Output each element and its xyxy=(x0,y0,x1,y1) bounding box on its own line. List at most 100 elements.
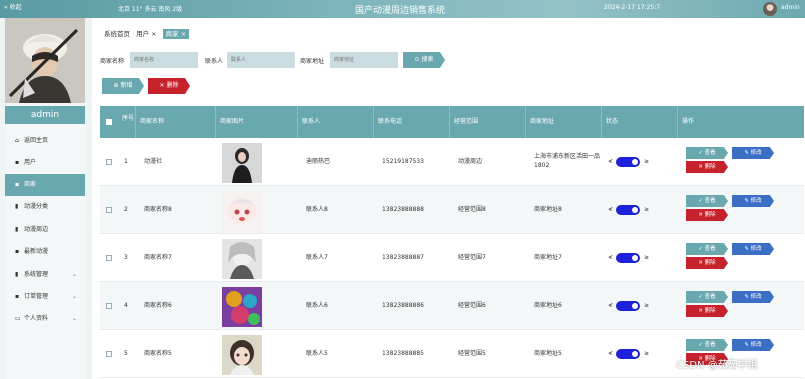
sidebar-item-home[interactable]: ⌂ 返回主页 xyxy=(5,130,85,152)
delete-button[interactable]: ✕ 删除 xyxy=(686,305,728,317)
cell-seq: 3 xyxy=(124,254,128,261)
sidebar-item-anime-category[interactable]: ▮ 动漫分类 xyxy=(5,196,85,218)
header-address: 商家地址 xyxy=(526,106,602,138)
main-content: 系统首页 用户 × 商家 × 商家名称 联系人 商家地址 ⊙ 搜索 ⊕ 新增 ✕… xyxy=(92,18,805,379)
row-checkbox[interactable] xyxy=(106,303,112,309)
cell-phone: 13823888888 xyxy=(382,206,424,213)
delete-button[interactable]: ✕ 删除 xyxy=(686,209,728,221)
cell-address: 上海市浦东新区活田一品1802 xyxy=(534,153,601,169)
cell-merchant-name: 商家名称6 xyxy=(144,302,172,309)
toggle-right-label: ≥ xyxy=(644,302,650,309)
top-bar: « 收起 北京 11° 多云 南风 2级 国产动漫周边销售系统 2024-2-1… xyxy=(0,0,805,18)
username-label[interactable]: admin xyxy=(781,4,800,11)
row-checkbox[interactable] xyxy=(106,159,112,165)
cell-merchant-name: 动漫社 xyxy=(144,158,163,165)
database-icon: ▮ xyxy=(15,271,19,278)
view-button[interactable]: ✓ 查看 xyxy=(686,195,728,207)
edit-button[interactable]: ✎ 修改 xyxy=(732,243,774,255)
user-avatar[interactable] xyxy=(763,2,777,16)
merchant-image xyxy=(222,287,262,327)
cell-address: 商家地址8 xyxy=(534,206,562,213)
sidebar-item-label: 商家 xyxy=(24,181,37,188)
cell-phone: 15219187533 xyxy=(382,158,424,165)
sidebar-item-latest-anime[interactable]: ▪ 最新动漫 xyxy=(5,241,85,263)
sidebar-item-order-management[interactable]: ▪ 订单管理 ⌄ xyxy=(5,286,85,308)
delete-button[interactable]: ✕ 删除 xyxy=(686,257,728,269)
select-all-checkbox[interactable] xyxy=(106,119,112,125)
bag-icon: ▮ xyxy=(15,226,19,233)
cell-seq: 1 xyxy=(124,158,128,165)
sidebar-item-label: 系统管理 xyxy=(24,271,49,278)
merchant-image xyxy=(222,191,262,231)
cell-phone: 13823888887 xyxy=(382,254,424,261)
add-button[interactable]: ⊕ 新增 xyxy=(102,78,144,94)
status-toggle[interactable] xyxy=(616,301,640,311)
cell-address: 商家地址5 xyxy=(534,350,562,357)
search-button[interactable]: ⊙ 搜索 xyxy=(403,52,445,68)
cell-seq: 5 xyxy=(124,350,128,357)
cell-address: 商家地址7 xyxy=(534,254,562,261)
tab-merchant[interactable]: 商家 × xyxy=(162,29,190,39)
admin-avatar-image xyxy=(5,18,85,103)
cell-merchant-name: 商家名称5 xyxy=(144,350,172,357)
view-button[interactable]: ✓ 查看 xyxy=(686,339,728,351)
merchant-image xyxy=(222,335,262,375)
status-toggle[interactable] xyxy=(616,349,640,359)
status-toggle[interactable] xyxy=(616,253,640,263)
toggle-left-label: ≮ xyxy=(608,302,614,309)
sidebar-item-merchant[interactable]: ▪ 商家 xyxy=(5,174,85,196)
cell-seq: 2 xyxy=(124,206,128,213)
cell-scope: 动漫周边 xyxy=(458,158,483,165)
header-seq: 序号 xyxy=(118,106,136,138)
batch-delete-button[interactable]: ✕ 删除 xyxy=(148,78,190,94)
edit-button[interactable]: ✎ 修改 xyxy=(732,339,774,351)
edit-button[interactable]: ✎ 修改 xyxy=(732,147,774,159)
contact-label: 联系人 xyxy=(205,58,224,65)
cell-merchant-name: 商家名称8 xyxy=(144,206,172,213)
tab-home[interactable]: 系统首页 xyxy=(104,30,130,38)
header-scope: 经营范围 xyxy=(450,106,526,138)
sidebar-item-label: 用户 xyxy=(24,159,37,166)
sidebar-item-label: 最新动漫 xyxy=(24,248,49,255)
collapse-sidebar-button[interactable]: « 收起 xyxy=(4,2,22,11)
tab-user[interactable]: 用户 × xyxy=(136,30,157,38)
contact-input[interactable] xyxy=(227,52,295,68)
row-checkbox[interactable] xyxy=(106,207,112,213)
sidebar-item-label: 个人资料 xyxy=(24,315,49,322)
cell-contact: 联系人5 xyxy=(306,350,328,357)
merchant-address-input[interactable] xyxy=(330,52,398,68)
toggle-right-label: ≥ xyxy=(644,350,650,357)
edit-button[interactable]: ✎ 修改 xyxy=(732,195,774,207)
profile-icon: ▭ xyxy=(15,315,21,322)
cell-phone: 13823888886 xyxy=(382,302,424,309)
view-button[interactable]: ✓ 查看 xyxy=(686,291,728,303)
sidebar-item-profile[interactable]: ▭ 个人资料 ⌄ xyxy=(5,308,85,330)
header-actions: 操作 xyxy=(682,118,695,125)
home-icon: ⌂ xyxy=(15,137,19,144)
merchant-name-input[interactable] xyxy=(130,52,198,68)
status-toggle[interactable] xyxy=(616,205,640,215)
cell-address: 商家地址6 xyxy=(534,302,562,309)
table-row: 1 动漫社 迪丽热巴 15219187533 动漫周边 上海市浦东新区活田一品1… xyxy=(100,138,804,186)
table-header: 序号 商家名称 商家图片 联系人 联系电话 经营范围 商家地址 状态 操作 xyxy=(100,106,804,138)
status-toggle[interactable] xyxy=(616,157,640,167)
row-checkbox[interactable] xyxy=(106,351,112,357)
view-button[interactable]: ✓ 查看 xyxy=(686,243,728,255)
sidebar-item-users[interactable]: ▪ 用户 xyxy=(5,152,85,174)
row-checkbox[interactable] xyxy=(106,255,112,261)
sidebar-item-system-management[interactable]: ▮ 系统管理 ⌄ xyxy=(5,264,85,286)
sidebar-item-anime-merch[interactable]: ▮ 动漫周边 xyxy=(5,219,85,241)
system-title: 国产动漫周边销售系统 xyxy=(355,6,446,16)
cell-contact: 联系人6 xyxy=(306,302,328,309)
edit-button[interactable]: ✎ 修改 xyxy=(732,291,774,303)
chevron-down-icon: ⌄ xyxy=(71,271,77,278)
cell-scope: 经营范围5 xyxy=(458,350,486,357)
view-button[interactable]: ✓ 查看 xyxy=(686,147,728,159)
header-merchant-image: 商家图片 xyxy=(216,106,298,138)
sidebar-item-label: 订单管理 xyxy=(24,293,49,300)
header-status: 状态 xyxy=(602,106,678,138)
table-row: 2 商家名称8 联系人8 13823888888 经营范围8 商家地址8 ≮ ≥… xyxy=(100,186,804,234)
delete-button[interactable]: ✕ 删除 xyxy=(686,161,728,173)
watermark: CSDN @茹茹学姐 xyxy=(676,360,758,371)
breadcrumb: 系统首页 用户 × 商家 × xyxy=(104,28,193,39)
